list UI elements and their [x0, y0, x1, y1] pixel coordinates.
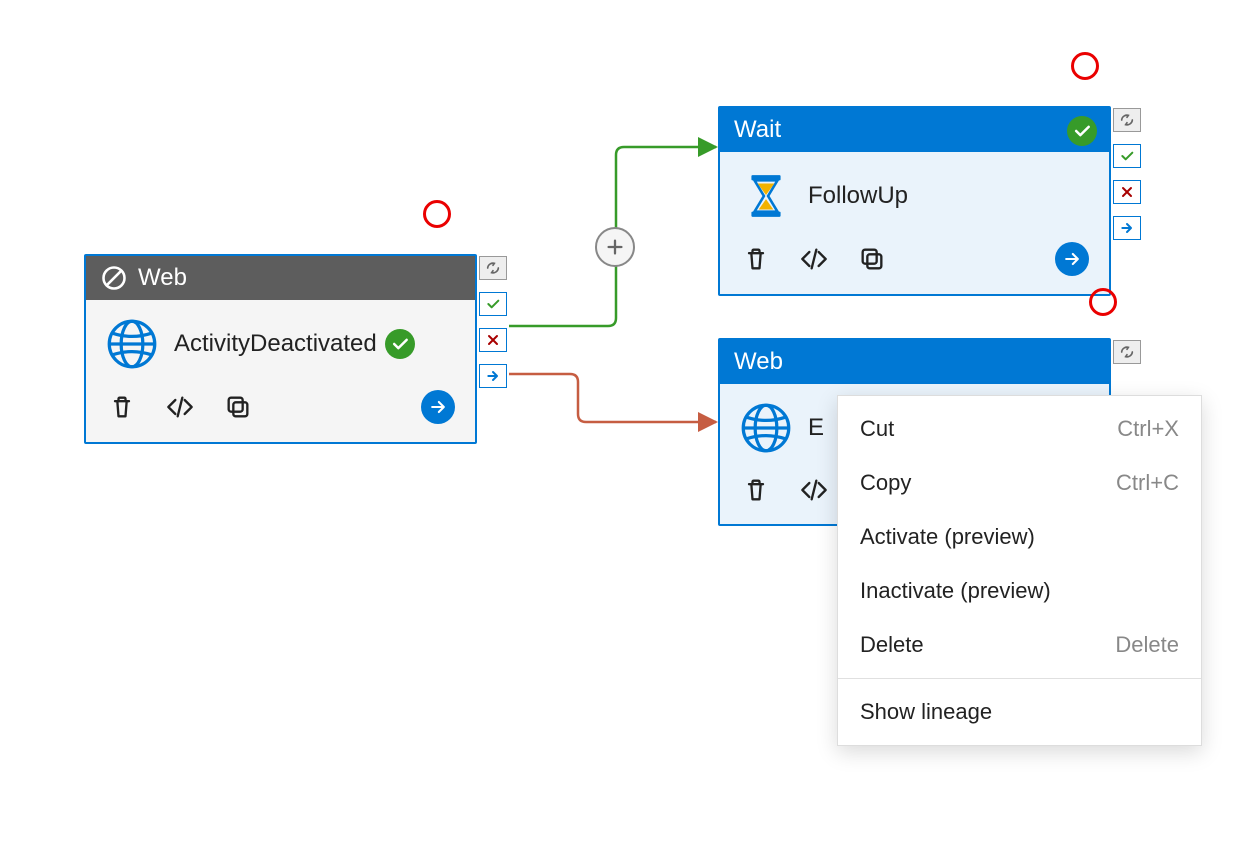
- port-failure[interactable]: [1113, 180, 1141, 204]
- menu-show-lineage[interactable]: Show lineage: [838, 685, 1201, 739]
- output-ports: [1113, 340, 1141, 364]
- node-type-label: Web: [734, 348, 783, 376]
- menu-inactivate[interactable]: Inactivate (preview): [838, 564, 1201, 618]
- globe-icon: [106, 318, 158, 370]
- node-header: Wait: [720, 108, 1109, 152]
- node-header: Web: [720, 340, 1109, 384]
- context-menu[interactable]: Cut Ctrl+X Copy Ctrl+C Activate (preview…: [837, 395, 1202, 746]
- menu-label: Cut: [860, 416, 894, 442]
- menu-delete[interactable]: Delete Delete: [838, 618, 1201, 672]
- activity-name-partial: E: [808, 414, 824, 442]
- selection-handle[interactable]: [423, 200, 451, 228]
- menu-shortcut: Ctrl+X: [1117, 416, 1179, 442]
- selection-handle-bottom[interactable]: [1089, 288, 1117, 316]
- open-details-button[interactable]: [1055, 242, 1089, 276]
- globe-icon: [740, 402, 792, 454]
- node-type-label: Wait: [734, 116, 781, 144]
- menu-label: Delete: [860, 632, 924, 658]
- activity-name: FollowUp: [808, 182, 908, 210]
- node-body: ActivityDeactivated: [86, 300, 475, 376]
- menu-cut[interactable]: Cut Ctrl+X: [838, 402, 1201, 456]
- port-skip[interactable]: [479, 364, 507, 388]
- copy-icon[interactable]: [222, 391, 254, 423]
- copy-icon[interactable]: [856, 243, 888, 275]
- port-completion[interactable]: [479, 256, 507, 280]
- port-completion[interactable]: [1113, 340, 1141, 364]
- menu-shortcut: Ctrl+C: [1116, 470, 1179, 496]
- selection-handle[interactable]: [1071, 52, 1099, 80]
- port-completion[interactable]: [1113, 108, 1141, 132]
- code-icon[interactable]: [798, 474, 830, 506]
- add-activity-junction[interactable]: [595, 227, 635, 267]
- node-toolbar: [86, 376, 475, 442]
- code-icon[interactable]: [164, 391, 196, 423]
- disabled-icon: [100, 264, 128, 292]
- menu-label: Activate (preview): [860, 524, 1035, 550]
- hourglass-icon: [740, 170, 792, 222]
- output-ports: [479, 256, 507, 388]
- delete-icon[interactable]: [740, 243, 772, 275]
- node-type-label: Web: [138, 264, 187, 292]
- delete-icon[interactable]: [740, 474, 772, 506]
- menu-label: Copy: [860, 470, 911, 496]
- port-failure[interactable]: [479, 328, 507, 352]
- open-details-button[interactable]: [421, 390, 455, 424]
- status-success-icon: [1067, 116, 1097, 146]
- menu-shortcut: Delete: [1115, 632, 1179, 658]
- menu-separator: [838, 678, 1201, 679]
- node-body: FollowUp: [720, 152, 1109, 228]
- activity-name: ActivityDeactivated: [174, 330, 377, 358]
- port-skip[interactable]: [1113, 216, 1141, 240]
- menu-label: Inactivate (preview): [860, 578, 1051, 604]
- port-success[interactable]: [1113, 144, 1141, 168]
- code-icon[interactable]: [798, 243, 830, 275]
- node-activity-deactivated[interactable]: Web ActivityDeactivated: [84, 254, 477, 444]
- status-success-icon: [385, 329, 415, 359]
- menu-activate[interactable]: Activate (preview): [838, 510, 1201, 564]
- delete-icon[interactable]: [106, 391, 138, 423]
- pipeline-canvas[interactable]: Web ActivityDeactivated: [0, 0, 1240, 860]
- output-ports: [1113, 108, 1141, 240]
- menu-copy[interactable]: Copy Ctrl+C: [838, 456, 1201, 510]
- port-success[interactable]: [479, 292, 507, 316]
- node-header: Web: [86, 256, 475, 300]
- node-wait-followup[interactable]: Wait FollowUp: [718, 106, 1111, 296]
- menu-label: Show lineage: [860, 699, 992, 725]
- node-toolbar: [720, 228, 1109, 294]
